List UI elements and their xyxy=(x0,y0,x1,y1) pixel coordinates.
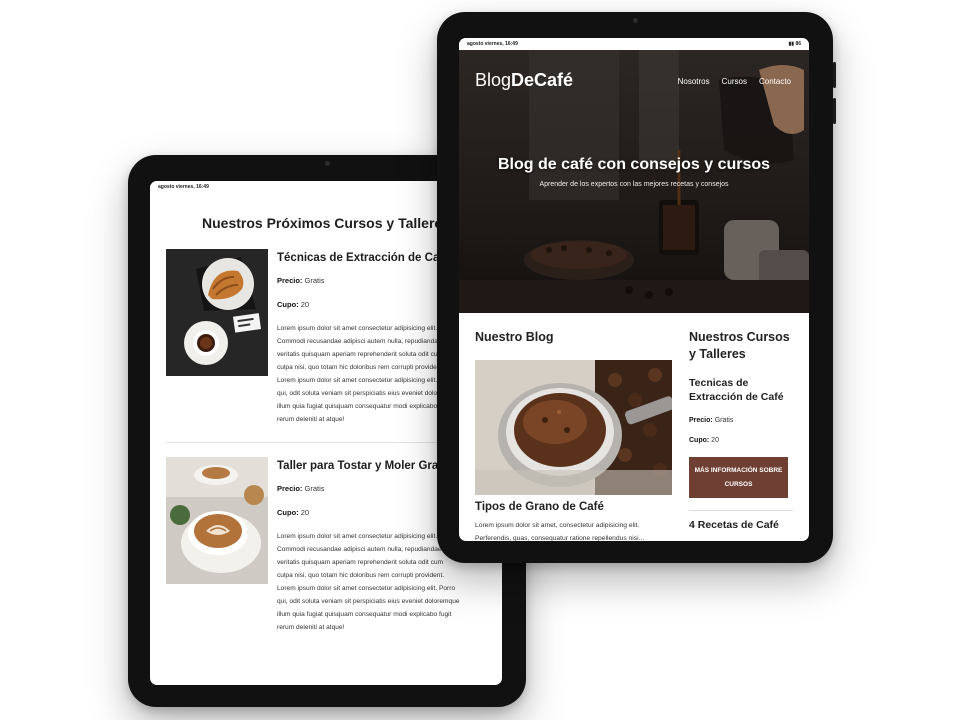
status-time: agosto viernes, 16:49 xyxy=(467,41,518,47)
blog-heading: Nuestro Blog xyxy=(475,330,554,344)
courses-sidebar: Nuestros Cursos y Talleres Tecnicas de E… xyxy=(689,313,793,541)
more-info-button[interactable]: Más Información sobre cursos xyxy=(689,457,788,498)
hero-banner: BlogDeCafé Nosotros Cursos Contacto Blog… xyxy=(459,50,809,313)
sidebar-course-price: Precio: Gratis xyxy=(689,417,734,424)
camera-dot xyxy=(633,18,638,23)
nav-link-contacto[interactable]: Contacto xyxy=(759,77,791,86)
croissant-coffee-image xyxy=(166,249,268,376)
site-logo[interactable]: BlogDeCafé xyxy=(475,70,573,91)
latte-art-image xyxy=(166,457,268,584)
sidebar-recipe-title[interactable]: 4 Recetas de Café xyxy=(689,519,793,531)
hero-subtitle: Aprender de los expertos con las mejores… xyxy=(539,181,729,188)
post-excerpt: Lorem ipsum dolor sit amet, consectetur … xyxy=(475,522,645,541)
sidebar-heading: Nuestros Cursos y Talleres xyxy=(689,330,790,361)
sidebar-course-quota: Cupo: 20 xyxy=(689,437,719,444)
hero-title: Blog de café con consejos y cursos xyxy=(497,156,771,173)
volume-button xyxy=(833,98,836,124)
front-tablet-screen: agosto viernes, 16:49 ▮▮ 86 BlogDeCafé N… xyxy=(459,38,809,541)
coffee-grounds-image[interactable] xyxy=(475,360,672,495)
status-time: agosto viernes, 16:49 xyxy=(158,184,209,190)
nav-link-cursos[interactable]: Cursos xyxy=(722,77,747,86)
sidebar-course-title: Tecnicas de Extracción de Café xyxy=(689,377,784,403)
main-nav: Nosotros Cursos Contacto xyxy=(678,77,791,86)
nav-link-nosotros[interactable]: Nosotros xyxy=(678,77,710,86)
post-title[interactable]: Tipos de Grano de Café xyxy=(475,501,673,513)
content-area: Nuestro Blog Tipos de Grano de Café Lore… xyxy=(459,313,809,541)
battery-icon: ▮▮ 86 xyxy=(788,41,801,47)
camera-dot xyxy=(325,161,330,166)
divider xyxy=(689,510,793,511)
volume-button xyxy=(833,62,836,88)
blog-column: Nuestro Blog Tipos de Grano de Café Lore… xyxy=(475,313,673,541)
status-bar: agosto viernes, 16:49 ▮▮ 86 xyxy=(459,38,809,50)
front-tablet-device: agosto viernes, 16:49 ▮▮ 86 BlogDeCafé N… xyxy=(437,12,836,563)
